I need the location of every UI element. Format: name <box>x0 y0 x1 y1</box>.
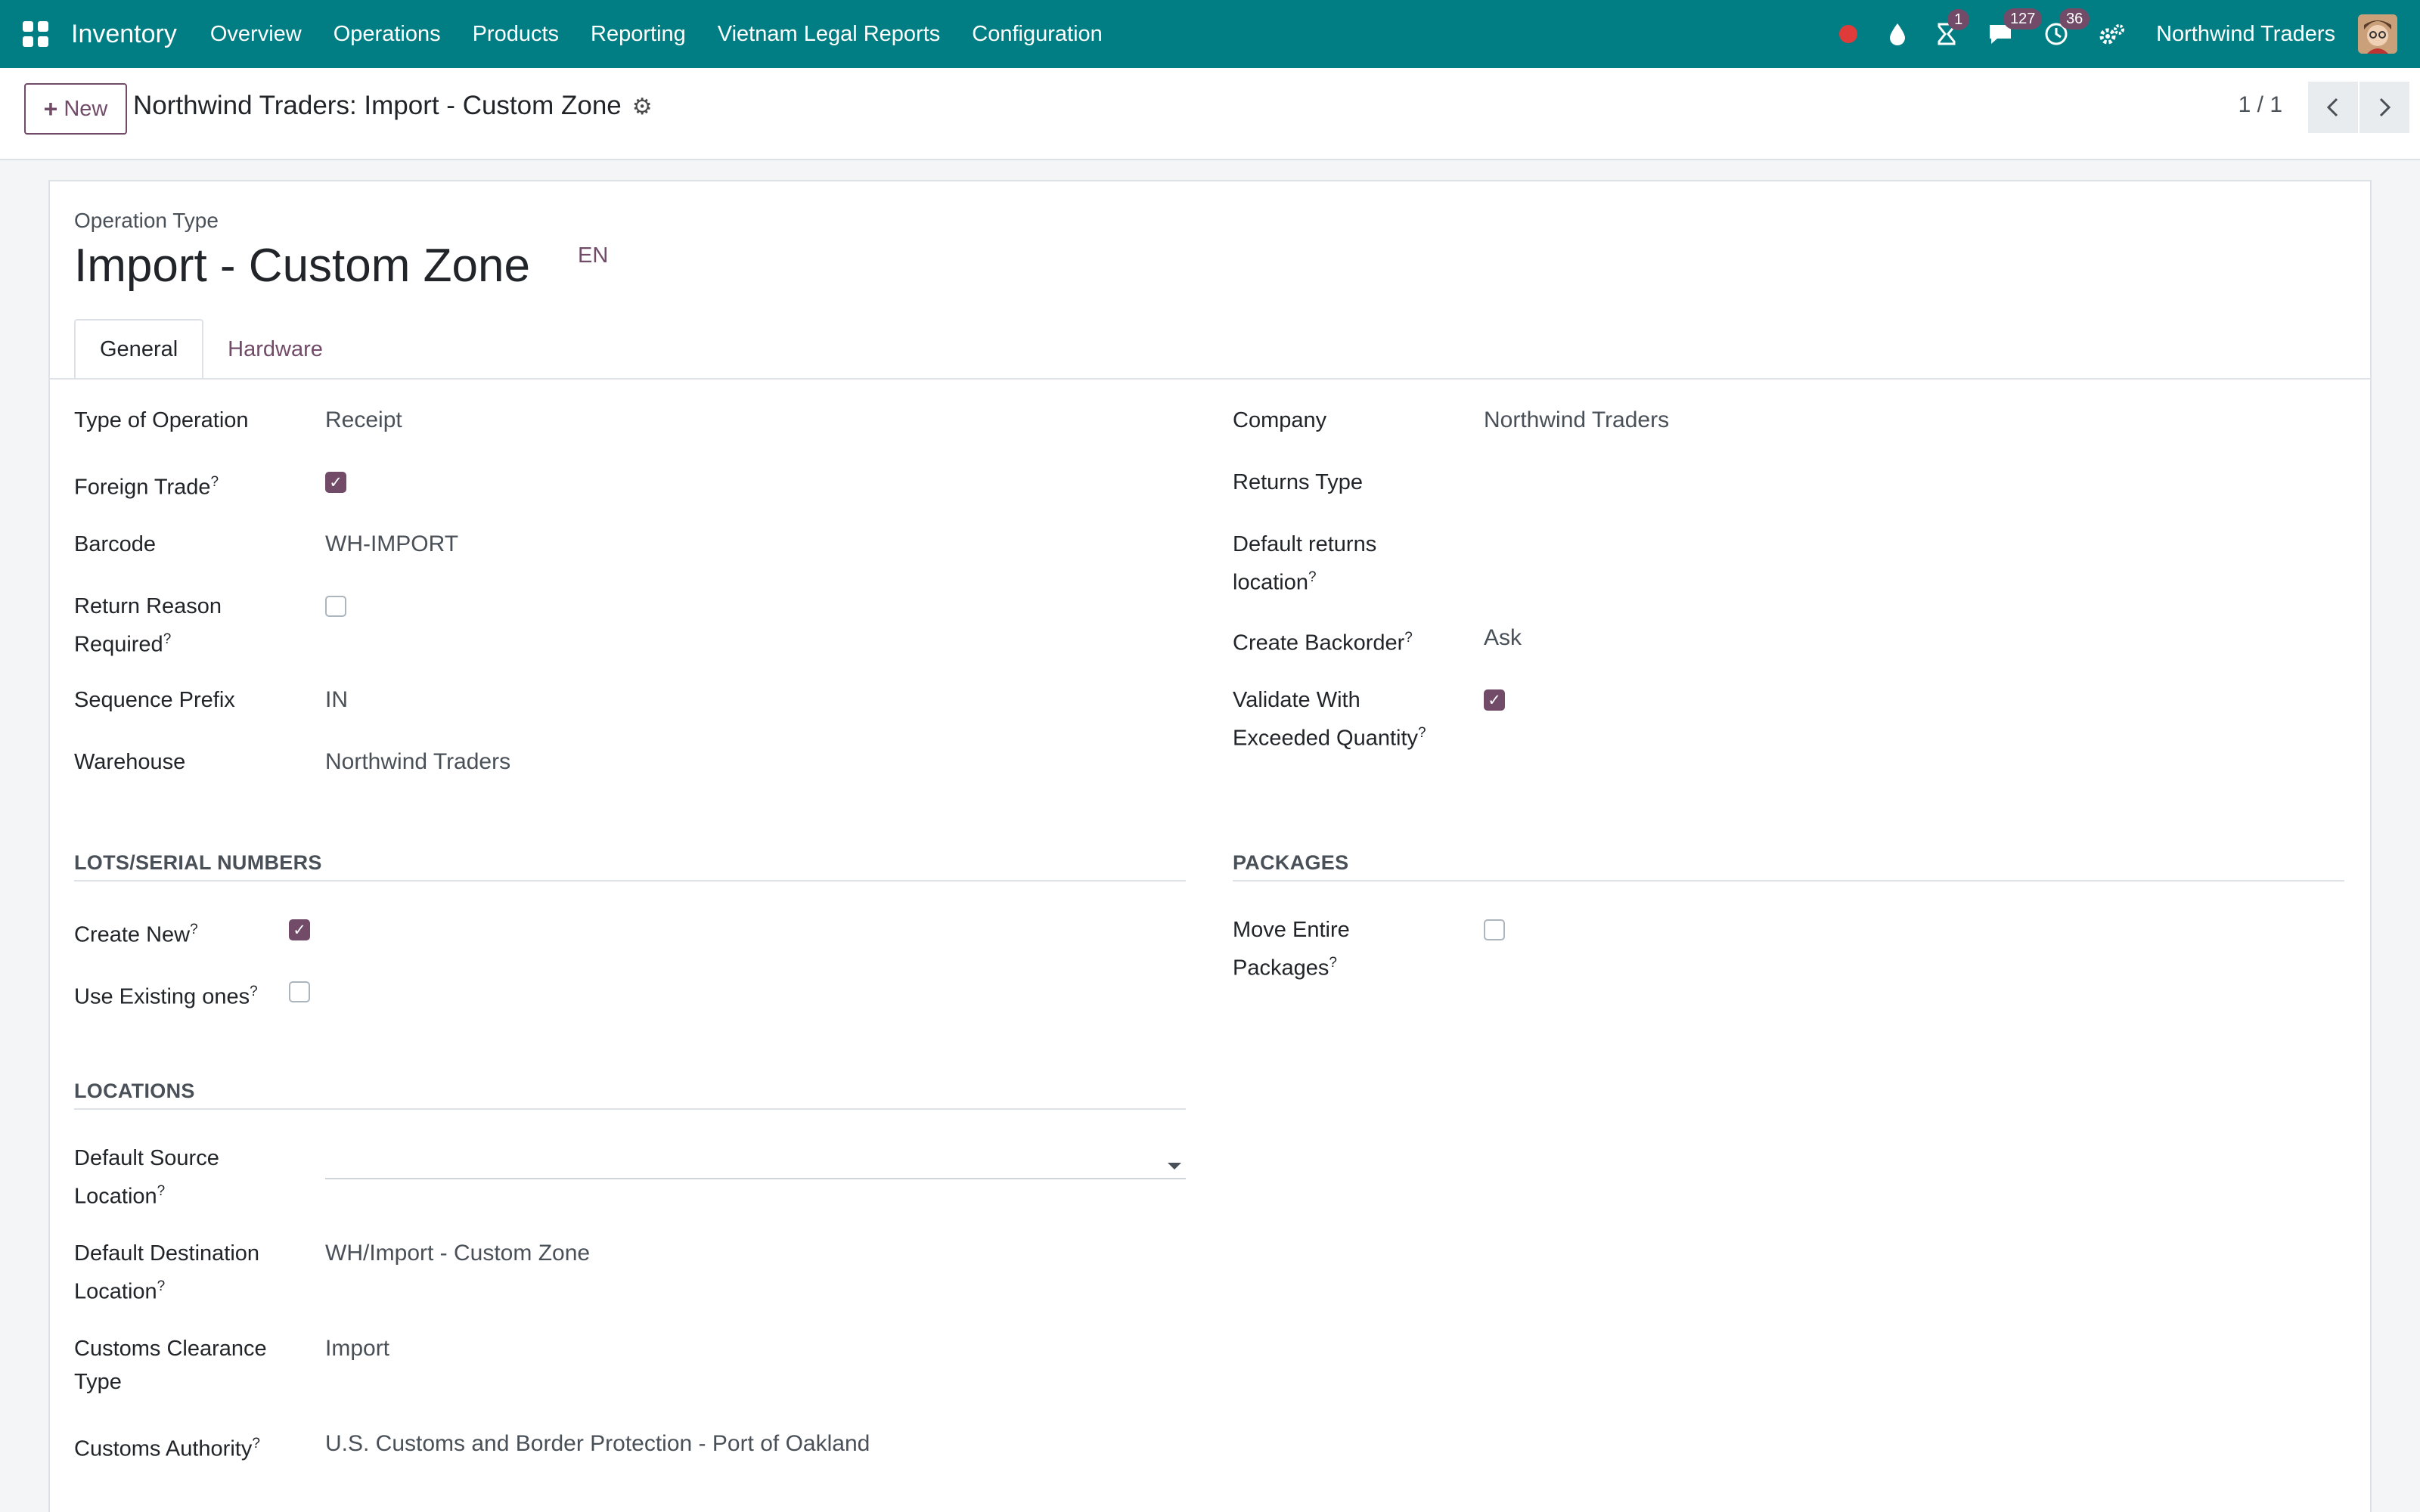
packages-section-divider <box>1233 880 2344 881</box>
menu-reporting[interactable]: Reporting <box>591 22 686 47</box>
move-entire-packages-label: Move Entire Packages? <box>1233 918 1350 981</box>
use-existing-label: Use Existing ones? <box>74 984 258 1009</box>
validate-exceeded-quantity-checkbox[interactable]: ✓ <box>1484 689 1505 711</box>
help-icon[interactable]: ? <box>190 922 198 937</box>
customs-authority-label: Customs Authority? <box>74 1436 260 1461</box>
help-icon[interactable]: ? <box>1404 630 1413 646</box>
warehouse-field[interactable]: Northwind Traders <box>325 745 510 779</box>
pager-value[interactable]: 1 / 1 <box>2238 92 2282 118</box>
pager-next-button[interactable] <box>2360 82 2409 133</box>
type-of-operation-label: Type of Operation <box>74 408 249 432</box>
default-destination-location-label: Default Destination Location? <box>74 1241 260 1304</box>
help-icon[interactable]: ? <box>1308 569 1317 585</box>
chevron-right-icon <box>2379 98 2391 117</box>
return-reason-required-label: Return Reason Required? <box>74 594 222 657</box>
app-name[interactable]: Inventory <box>71 20 177 49</box>
company-field[interactable]: Northwind Traders <box>1484 404 1669 437</box>
customs-clearance-type-label: Customs Clearance Type <box>74 1337 267 1394</box>
messages-badge: 127 <box>2003 8 2043 29</box>
help-icon[interactable]: ? <box>250 984 258 999</box>
help-icon[interactable]: ? <box>252 1436 260 1452</box>
lots-section-title: LOTS/SERIAL NUMBERS <box>74 851 322 874</box>
customs-authority-field[interactable]: U.S. Customs and Border Protection - Por… <box>325 1427 870 1461</box>
help-icon[interactable]: ? <box>1329 955 1337 971</box>
default-destination-location-field[interactable]: WH/Import - Custom Zone <box>325 1237 590 1270</box>
drop-icon[interactable] <box>1888 23 1907 45</box>
default-source-location-underline <box>325 1178 1186 1179</box>
activities-badge: 1 <box>1947 9 1970 30</box>
lots-section-divider <box>74 880 1186 881</box>
create-new-checkbox[interactable]: ✓ <box>289 919 310 940</box>
breadcrumb: Northwind Traders: Import - Custom Zone ⚙ <box>133 91 653 121</box>
default-returns-location-label: Default returns location? <box>1233 532 1377 595</box>
clock-icon[interactable]: 36 <box>2044 8 2090 46</box>
menu-products[interactable]: Products <box>473 22 559 47</box>
create-new-label: Create New? <box>74 922 198 947</box>
sequence-prefix-field[interactable]: IN <box>325 683 348 717</box>
menu-vietnam-legal-reports[interactable]: Vietnam Legal Reports <box>718 22 940 47</box>
gear-icon[interactable]: ⚙ <box>632 94 653 120</box>
top-navbar: Inventory Overview Operations Products R… <box>0 0 2420 68</box>
barcode-label: Barcode <box>74 532 157 556</box>
user-avatar[interactable] <box>2358 14 2397 54</box>
pager-previous-button[interactable] <box>2308 82 2358 133</box>
recording-dot-icon[interactable] <box>1838 24 1858 44</box>
tabs-divider <box>50 378 2372 380</box>
returns-type-field[interactable] <box>1484 466 2316 499</box>
default-source-location-label: Default Source Location? <box>74 1146 219 1209</box>
default-returns-location-field[interactable] <box>1484 528 2316 561</box>
return-reason-required-checkbox[interactable] <box>325 596 346 617</box>
validate-exceeded-quantity-label: Validate With Exceeded Quantity? <box>1233 688 1426 751</box>
sequence-prefix-label: Sequence Prefix <box>74 688 235 712</box>
create-backorder-label: Create Backorder? <box>1233 630 1413 655</box>
foreign-trade-checkbox[interactable]: ✓ <box>325 472 346 493</box>
menu-overview[interactable]: Overview <box>210 22 302 47</box>
breadcrumb-title: Northwind Traders: Import - Custom Zone <box>133 91 622 120</box>
locations-section-divider <box>74 1108 1186 1110</box>
language-button[interactable]: EN <box>578 243 608 268</box>
help-icon[interactable]: ? <box>157 1183 166 1199</box>
record-type-label: Operation Type <box>74 209 219 232</box>
use-existing-checkbox[interactable] <box>289 981 310 1002</box>
menu-configuration[interactable]: Configuration <box>972 22 1103 47</box>
new-button-label: New <box>64 96 108 121</box>
help-icon[interactable]: ? <box>211 474 219 490</box>
settings-gears-icon[interactable] <box>2099 23 2126 45</box>
plus-icon: + <box>43 94 58 122</box>
control-panel: + New Northwind Traders: Import - Custom… <box>0 68 2420 160</box>
help-icon[interactable]: ? <box>157 1278 166 1294</box>
new-button[interactable]: + New <box>24 83 127 135</box>
locations-section-title: LOCATIONS <box>74 1080 195 1102</box>
packages-section-title: PACKAGES <box>1233 851 1349 874</box>
move-entire-packages-checkbox[interactable] <box>1484 919 1505 940</box>
tab-general[interactable]: General <box>74 319 204 380</box>
foreign-trade-label: Foreign Trade? <box>74 474 219 500</box>
form-sheet: Operation Type Import - Custom Zone EN G… <box>48 180 2372 1512</box>
returns-type-label: Returns Type <box>1233 470 1363 494</box>
warehouse-label: Warehouse <box>74 750 186 774</box>
apps-menu-icon[interactable] <box>23 21 48 47</box>
create-backorder-field[interactable]: Ask <box>1484 621 1522 655</box>
form-tabs: General Hardware <box>74 319 347 380</box>
record-title[interactable]: Import - Custom Zone <box>74 239 530 293</box>
chat-icon[interactable]: 127 <box>1987 8 2043 46</box>
clock-badge: 36 <box>2059 8 2090 29</box>
chevron-left-icon <box>2326 98 2338 117</box>
help-icon[interactable]: ? <box>1418 725 1426 741</box>
barcode-field[interactable]: WH-IMPORT <box>325 528 458 561</box>
customs-clearance-type-field[interactable]: Import <box>325 1332 389 1365</box>
default-source-location-select[interactable] <box>325 1146 1157 1176</box>
company-switcher[interactable]: Northwind Traders <box>2156 22 2335 47</box>
caret-down-icon[interactable] <box>1168 1163 1181 1170</box>
company-label: Company <box>1233 408 1327 432</box>
menu-operations[interactable]: Operations <box>334 22 441 47</box>
type-of-operation-field[interactable]: Receipt <box>325 404 402 437</box>
tab-hardware[interactable]: Hardware <box>203 319 347 380</box>
hourglass-icon[interactable]: 1 <box>1937 9 1970 45</box>
help-icon[interactable]: ? <box>163 631 172 647</box>
